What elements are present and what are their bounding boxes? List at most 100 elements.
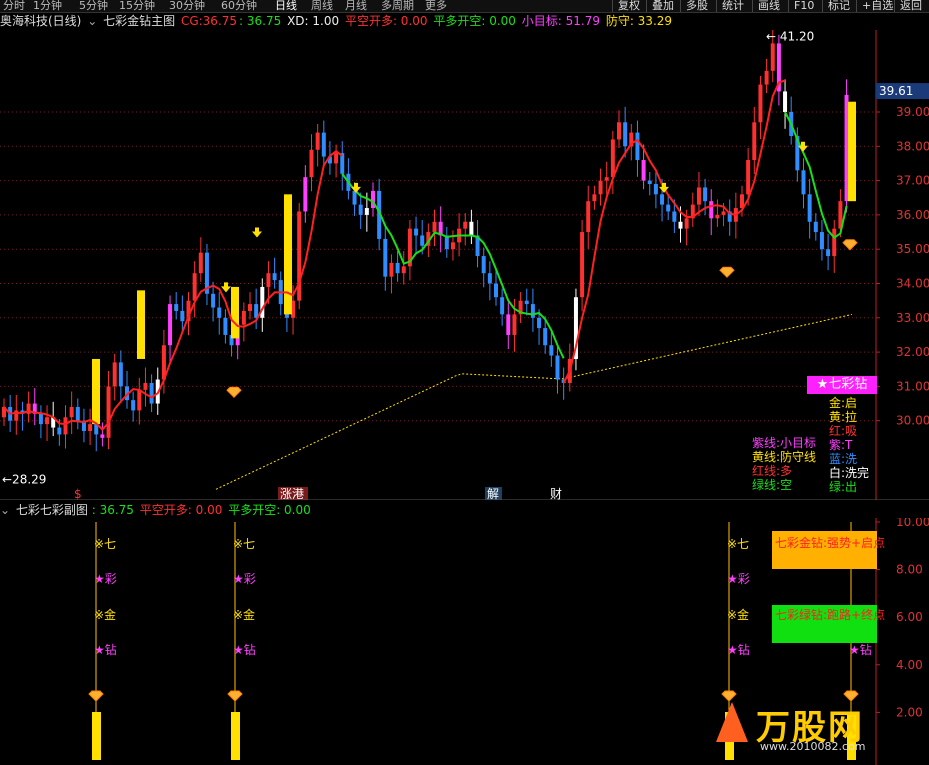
signal-label: ★彩	[94, 572, 117, 586]
tab-0[interactable]: 分时	[0, 0, 28, 12]
toolbar-button-7[interactable]: +自选	[856, 0, 898, 12]
candle	[14, 394, 19, 435]
gold-signal-bar	[137, 290, 145, 359]
candle	[807, 178, 812, 239]
candle-body	[198, 252, 203, 274]
candle-body	[63, 417, 68, 435]
candle-body	[530, 304, 535, 318]
candle-body	[45, 417, 50, 425]
chevron-down-icon[interactable]: ⌄	[87, 14, 97, 28]
candle	[75, 398, 80, 430]
candle	[524, 288, 529, 316]
candle	[26, 391, 31, 423]
candle	[125, 370, 129, 409]
candle-body	[696, 187, 701, 205]
current-price-label: 39.61	[879, 84, 913, 98]
diamond-icon	[719, 266, 735, 278]
signal-bar	[231, 712, 240, 760]
tab-3[interactable]: 15分钟	[116, 0, 158, 12]
chevron-down-icon[interactable]: ⌄	[0, 503, 10, 517]
trend-line-green	[341, 173, 565, 359]
candle	[438, 206, 443, 253]
legend-left: 紫线:小目标 黄线:防守线 红线:多 绿线:空	[752, 436, 816, 492]
candle-body	[709, 201, 714, 219]
y-tick-label: 37.00	[896, 174, 929, 188]
y-tick-label: 34.00	[896, 277, 929, 291]
candle-body	[653, 184, 658, 195]
xd-value: XD: 1.00	[287, 14, 340, 28]
candle	[727, 199, 732, 236]
candle-body	[432, 221, 437, 233]
toolbar-button-6[interactable]: 标记	[822, 0, 855, 12]
toolbar-button-0[interactable]: 复权	[612, 0, 645, 12]
candle-body	[57, 427, 62, 435]
toolbar-button-2[interactable]: 多股	[680, 0, 713, 12]
diamond-icon	[88, 690, 104, 702]
candle-body	[340, 153, 345, 174]
tab-8[interactable]: 月线	[342, 0, 370, 12]
candle-body	[807, 194, 812, 222]
candle-body	[352, 190, 357, 205]
tab-4[interactable]: 30分钟	[166, 0, 208, 12]
sub-indicator-name[interactable]: 七彩七彩副图	[16, 503, 88, 517]
candle-body	[500, 297, 505, 315]
period-toolbar: 分时 1分钟 5分钟 15分钟 30分钟 60分钟 日线 周线 月线 多周期 更多 复权 叠加 多股 统计画…	[0, 0, 929, 13]
tab-5[interactable]: 60分钟	[218, 0, 260, 12]
tab-10[interactable]: 更多	[422, 0, 450, 12]
candle-body	[610, 139, 615, 178]
target-value: 小目标: 51.79	[521, 14, 600, 28]
toolbar-button-5[interactable]: F10	[788, 0, 819, 12]
candle	[192, 261, 197, 318]
tab-9[interactable]: 多周期	[378, 0, 417, 12]
candle	[635, 120, 640, 177]
down-arrow-icon	[221, 282, 231, 293]
candle-body	[309, 149, 314, 178]
candle	[561, 367, 566, 400]
candle-body	[819, 232, 824, 250]
main-candlestick-chart[interactable]: 39.00 38.00 37.00 36.00 35.00 34.00 33.00 32.00…	[0, 30, 929, 500]
candle-body	[672, 211, 677, 222]
candle-body	[69, 406, 74, 418]
y-tick-label: 38.00	[896, 139, 929, 153]
toolbar-button-3[interactable]: 统计	[716, 0, 749, 12]
candle-body	[248, 304, 252, 311]
candle-body	[623, 122, 628, 147]
candle-body	[112, 362, 117, 387]
candle	[475, 220, 480, 268]
candle	[844, 79, 849, 213]
indicator-name[interactable]: 七彩金钻主图	[103, 14, 175, 28]
gold-diamond-notice: 七彩金钻:强势+启点	[772, 531, 885, 569]
legend-left-item: 红线:多	[752, 464, 793, 478]
candle-body	[180, 310, 185, 322]
candle-body	[524, 300, 529, 305]
candle-body	[414, 228, 419, 236]
tab-6[interactable]: 日线	[272, 0, 300, 12]
candle-body	[666, 204, 671, 212]
candle	[653, 172, 658, 209]
signal-label: ★钻	[849, 642, 872, 657]
legend-right-item: 红:吸	[829, 424, 858, 438]
candle	[63, 405, 68, 449]
candle-body	[543, 328, 548, 346]
stock-name[interactable]: 奥海科技(日线)	[0, 14, 81, 28]
candle-body	[143, 382, 148, 390]
legend-right-item: 金:启	[829, 396, 858, 410]
tab-7[interactable]: 周线	[308, 0, 336, 12]
toolbar-button-8[interactable]: 返回	[894, 0, 927, 12]
sub-pkd: 平空开多: 0.00	[139, 503, 223, 517]
candle-body	[555, 355, 560, 380]
candle-body	[537, 317, 542, 329]
tab-1[interactable]: 1分钟	[30, 0, 65, 12]
tab-2[interactable]: 5分钟	[76, 0, 111, 12]
signal-label: ★钻	[233, 642, 256, 657]
candle-body	[758, 84, 763, 123]
candle-body	[703, 187, 708, 202]
candle	[358, 192, 363, 229]
signal-label: ※七	[94, 537, 116, 551]
candle	[586, 185, 591, 249]
candle-body	[106, 386, 111, 438]
pkd-value: 平空开多: 0.00	[344, 14, 428, 28]
toolbar-button-1[interactable]: 叠加	[646, 0, 679, 12]
toolbar-button-4[interactable]: 画线	[752, 0, 785, 12]
news-marker: 解	[487, 487, 499, 500]
